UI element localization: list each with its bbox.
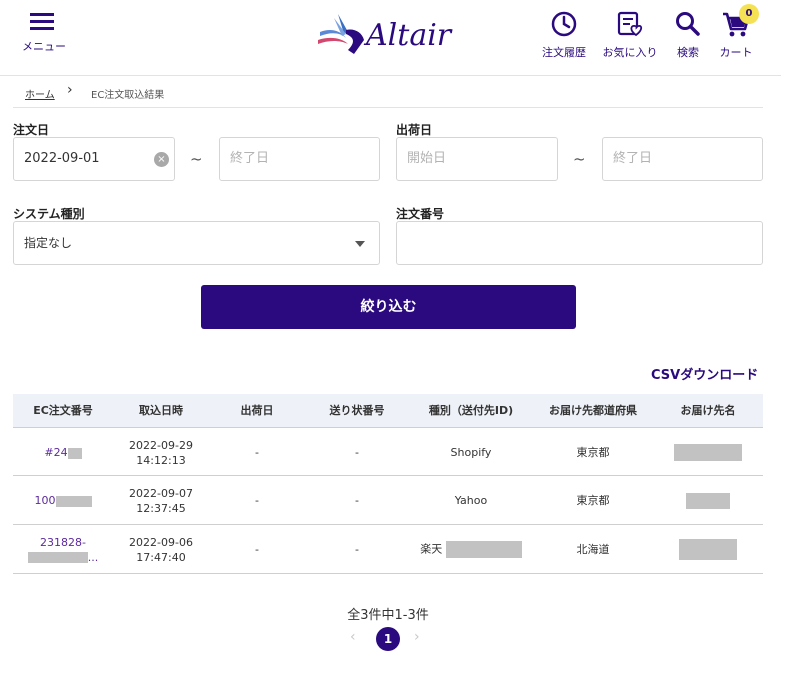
cart-icon [721, 12, 751, 42]
order-date-end-placeholder: 終了日 [230, 151, 270, 166]
ship-date-start-input[interactable]: 開始日 [396, 137, 558, 181]
col-header-prefecture: お届け先都道府県 [549, 404, 637, 417]
search-button[interactable]: 検索 [670, 10, 706, 60]
redacted-text [67, 447, 82, 459]
site-header: メニュー Altair 注文履歴 お気に入り 検索 0 カート [0, 0, 781, 76]
redacted-text [445, 541, 522, 558]
tracking-no-cell: - [355, 494, 359, 507]
menu-label: メニュー [22, 40, 66, 53]
type-cell: 楽天 [409, 525, 533, 574]
ship-date-label: 出荷日 [396, 123, 433, 137]
chevron-left-icon[interactable]: ‹ [350, 629, 356, 645]
breadcrumb: ホーム › EC注文取込結果 [13, 80, 763, 108]
orders-table: EC注文番号 取込日時 出荷日 送り状番号 種別（送付先ID) お届け先都道府県… [13, 394, 763, 574]
col-header-ship-date: 出荷日 [240, 404, 274, 417]
ship-date-cell: - [255, 494, 259, 507]
imported-at-cell: 2022-09-06 17:47:40 [129, 535, 193, 564]
order-number-label: 注文番号 [396, 207, 445, 221]
ship-date-start-placeholder: 開始日 [407, 151, 447, 166]
col-header-tracking-no: 送り状番号 [329, 404, 385, 417]
cart-button[interactable]: 0 カート [716, 4, 759, 60]
system-type-value: 指定なし [24, 236, 73, 250]
table-row: 231828-... 2022-09-06 17:47:40 - - 楽天 北海道 [13, 525, 763, 574]
table-header: EC注文番号 取込日時 出荷日 送り状番号 種別（送付先ID) お届け先都道府県… [13, 394, 763, 427]
search-icon [674, 12, 702, 42]
cart-label: カート [719, 46, 753, 59]
system-type-select[interactable]: 指定なし [13, 221, 380, 265]
menu-button[interactable]: メニュー [22, 10, 66, 54]
type-cell: Yahoo [454, 494, 488, 507]
order-history-button[interactable]: 注文履歴 [538, 10, 590, 60]
col-header-recipient: お届け先名 [680, 404, 736, 417]
order-history-label: 注文履歴 [542, 46, 586, 59]
redacted-text [55, 495, 92, 507]
logo-text: Altair [366, 18, 452, 53]
order-number-input[interactable] [396, 221, 763, 265]
type-cell: Shopify [450, 446, 492, 459]
table-row: 100 2022-09-07 12:37:45 - - Yahoo 東京都 [13, 476, 763, 525]
recipient-cell [653, 476, 763, 525]
redacted-text [674, 444, 742, 461]
filter-button[interactable]: 絞り込む [201, 285, 576, 329]
ship-date-end-placeholder: 終了日 [613, 151, 653, 166]
chevron-down-icon [355, 241, 365, 247]
order-no-cell: #24 [13, 428, 113, 477]
order-date-end-input[interactable]: 終了日 [219, 137, 380, 181]
search-label: 検索 [677, 46, 699, 59]
breadcrumb-home-link[interactable]: ホーム [25, 86, 55, 101]
tracking-no-cell: - [355, 446, 359, 459]
order-date-start-input[interactable]: 2022-09-01 × [13, 137, 175, 181]
favorites-button[interactable]: お気に入り [600, 10, 660, 60]
prefecture-cell: 東京都 [576, 494, 610, 507]
order-link[interactable]: 231828-... [27, 535, 98, 565]
table-row: #24 2022-09-29 14:12:13 - - Shopify 東京都 [13, 427, 763, 476]
recipient-cell [653, 428, 763, 477]
favorites-label: お気に入り [602, 46, 658, 59]
ship-date-cell: - [255, 446, 259, 459]
ship-date-end-input[interactable]: 終了日 [602, 137, 763, 181]
chevron-right-icon[interactable]: › [414, 629, 420, 645]
redacted-text [679, 539, 737, 560]
order-no-cell: 100 [13, 476, 113, 525]
order-date-label: 注文日 [13, 123, 50, 137]
col-header-order-no: EC注文番号 [33, 404, 93, 417]
redacted-text [27, 552, 88, 563]
range-separator: ~ [190, 150, 203, 168]
altair-logo[interactable]: Altair [316, 10, 462, 62]
csv-download-link[interactable]: CSVダウンロード [651, 364, 758, 383]
clock-icon [550, 11, 578, 42]
chevron-right-icon: › [67, 82, 73, 98]
order-link[interactable]: 100 [35, 493, 92, 508]
imported-at-cell: 2022-09-29 14:12:13 [129, 438, 193, 467]
prefecture-cell: 北海道 [576, 543, 610, 556]
range-separator: ~ [573, 150, 586, 168]
ship-date-cell: - [255, 543, 259, 556]
menu-icon [29, 13, 55, 36]
imported-at-cell: 2022-09-07 12:37:45 [129, 486, 193, 515]
clear-icon[interactable]: × [154, 152, 169, 167]
cart-count-badge: 0 [739, 4, 759, 24]
system-type-label: システム種別 [13, 207, 85, 221]
prefecture-cell: 東京都 [576, 446, 610, 459]
page-1-button[interactable]: 1 [376, 627, 400, 651]
order-link[interactable]: #24 [44, 445, 82, 460]
col-header-type: 種別（送付先ID) [428, 404, 514, 417]
logo-bird-icon [318, 14, 364, 54]
recipient-cell [653, 525, 763, 574]
pagination: ‹ 1 › [344, 627, 434, 651]
col-header-imported-at: 取込日時 [139, 404, 183, 417]
order-date-start-value: 2022-09-01 [24, 151, 100, 166]
favorites-list-icon [615, 11, 645, 42]
tracking-no-cell: - [355, 543, 359, 556]
redacted-text [686, 492, 730, 509]
breadcrumb-current: EC注文取込結果 [91, 90, 165, 101]
pagination-summary: 全3件中1-3件 [347, 608, 429, 623]
order-no-cell: 231828-... [13, 525, 113, 574]
